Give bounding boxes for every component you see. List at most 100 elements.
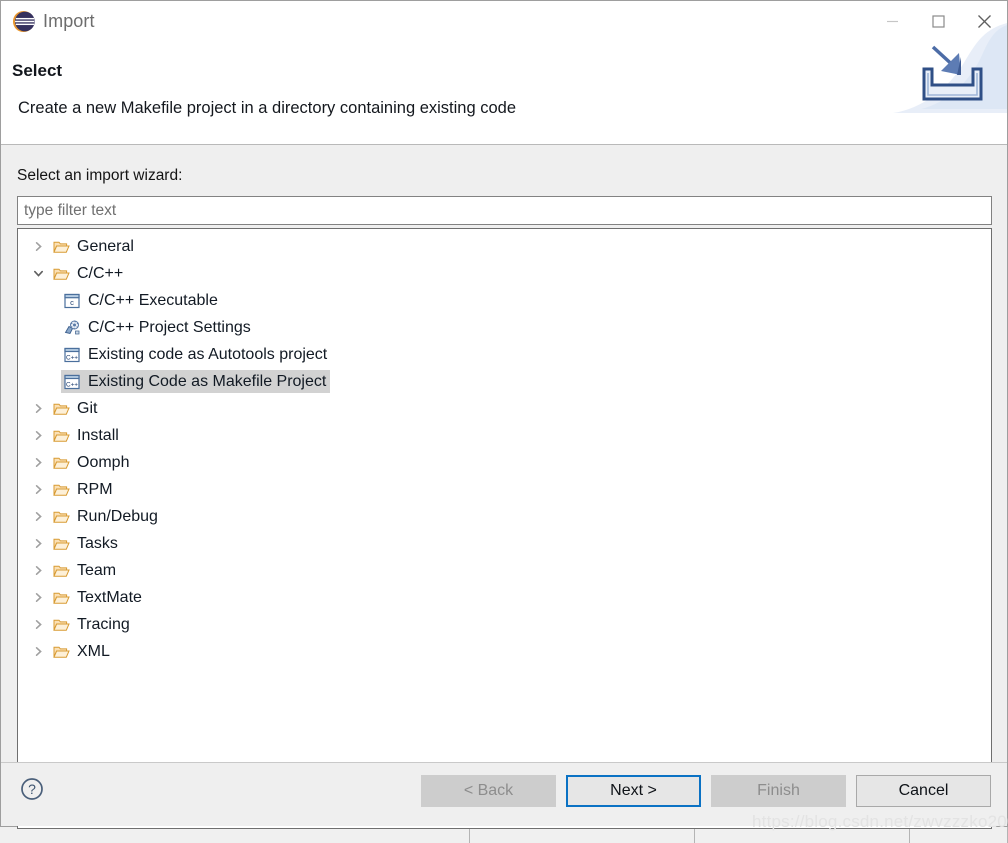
svg-text:c: c	[70, 298, 74, 307]
tree-item-c-c[interactable]: C/C++	[18, 260, 991, 287]
chevron-right-icon	[35, 458, 42, 467]
tree-item-label: C/C++ Executable	[88, 291, 218, 309]
cancel-button[interactable]: Cancel	[856, 775, 991, 807]
chevron-right-icon	[35, 539, 42, 548]
tree-twisty[interactable]	[26, 646, 50, 657]
tree-item-textmate[interactable]: TextMate	[18, 584, 991, 611]
tree-item-xml[interactable]: XML	[18, 638, 991, 665]
tree-twisty[interactable]	[26, 484, 50, 495]
background-cell	[910, 827, 1008, 843]
dialog-body: Select an import wizard: General C/C++ c C/…	[1, 145, 1007, 829]
tree-item-content[interactable]: C/C++	[50, 262, 127, 285]
tree-item-existing-code-as-makefile-project[interactable]: C++ Existing Code as Makefile Project	[18, 368, 991, 395]
folder-icon	[52, 481, 70, 498]
tree-item-oomph[interactable]: Oomph	[18, 449, 991, 476]
tree-item-label: Tasks	[77, 534, 118, 552]
tree-item-label: General	[77, 237, 134, 255]
tree-item-content[interactable]: C/C++ Project Settings	[61, 316, 255, 339]
next-button[interactable]: Next >	[566, 775, 701, 807]
tree-item-label: C/C++	[77, 264, 124, 282]
tree-item-label: C/C++ Project Settings	[88, 318, 251, 336]
tree-item-label: Existing Code as Makefile Project	[88, 372, 327, 390]
cpp-file-icon: C++	[63, 373, 81, 390]
window-title: Import	[43, 10, 95, 31]
tree-item-content[interactable]: XML	[50, 640, 114, 663]
folder-icon	[52, 616, 70, 633]
tree-item-team[interactable]: Team	[18, 557, 991, 584]
filter-input[interactable]	[17, 196, 992, 225]
tree-item-run-debug[interactable]: Run/Debug	[18, 503, 991, 530]
page-title: Select	[12, 61, 63, 80]
screen-root: Import Select Create a new Makefile proj…	[0, 0, 1008, 843]
help-question-icon[interactable]: ?	[20, 777, 44, 801]
tree-item-git[interactable]: Git	[18, 395, 991, 422]
tree-item-content[interactable]: Team	[50, 559, 120, 582]
tree-item-label: Tracing	[77, 615, 130, 633]
chevron-right-icon	[35, 620, 42, 629]
folder-icon	[52, 238, 70, 255]
tree-item-content[interactable]: Tracing	[50, 613, 134, 636]
project-settings-icon	[63, 319, 81, 336]
chevron-right-icon	[35, 593, 42, 602]
tree-item-install[interactable]: Install	[18, 422, 991, 449]
background-strip-cells	[0, 827, 1008, 843]
tree-item-c-c-project-settings[interactable]: C/C++ Project Settings	[18, 314, 991, 341]
tree-item-rpm[interactable]: RPM	[18, 476, 991, 503]
tree-twisty[interactable]	[26, 619, 50, 630]
tree-item-content[interactable]: C++ Existing code as Autotools project	[61, 343, 331, 366]
finish-button: Finish	[711, 775, 846, 807]
tree-twisty[interactable]	[26, 592, 50, 603]
svg-text:C++: C++	[65, 381, 77, 388]
svg-text:?: ?	[28, 781, 36, 797]
chevron-right-icon	[35, 647, 42, 656]
background-cell	[695, 827, 910, 843]
back-button: < Back	[421, 775, 556, 807]
tree-item-content[interactable]: Oomph	[50, 451, 133, 474]
folder-icon	[52, 427, 70, 444]
folder-icon	[52, 643, 70, 660]
tree-item-content[interactable]: Tasks	[50, 532, 122, 555]
tree-item-content[interactable]: RPM	[50, 478, 117, 501]
folder-icon	[52, 265, 70, 282]
c-executable-icon: c	[63, 292, 81, 309]
tree-twisty[interactable]	[26, 403, 50, 414]
chevron-right-icon	[35, 404, 42, 413]
tree-item-content[interactable]: General	[50, 235, 138, 258]
eclipse-logo-icon	[12, 10, 35, 32]
tree-item-label: RPM	[77, 480, 113, 498]
tree-item-general[interactable]: General	[18, 233, 991, 260]
dialog-banner: Import Select Create a new Makefile proj…	[1, 1, 1007, 145]
tree-twisty[interactable]	[26, 430, 50, 441]
tree-item-content[interactable]: Git	[50, 397, 101, 420]
tree-item-content[interactable]: Run/Debug	[50, 505, 162, 528]
dialog-footer: ? < Back Next > Finish Cancel	[1, 762, 1007, 826]
tree-twisty[interactable]	[26, 511, 50, 522]
tree-twisty[interactable]	[26, 268, 50, 279]
import-wizard-tree[interactable]: General C/C++ c C/C++ Executable C/C++ Proje…	[17, 228, 992, 829]
tree-item-label: Team	[77, 561, 117, 579]
tree-item-existing-code-as-autotools-project[interactable]: C++ Existing code as Autotools project	[18, 341, 991, 368]
tree-twisty[interactable]	[26, 457, 50, 468]
tree-item-content[interactable]: c C/C++ Executable	[61, 289, 222, 312]
chevron-down-icon	[33, 270, 43, 277]
chevron-right-icon	[35, 242, 42, 251]
tree-item-label: Run/Debug	[77, 507, 158, 525]
tree-item-label: Oomph	[77, 453, 130, 471]
tree-twisty[interactable]	[26, 241, 50, 252]
tree-item-c-c-executable[interactable]: c C/C++ Executable	[18, 287, 991, 314]
tree-twisty[interactable]	[26, 538, 50, 549]
folder-icon	[52, 589, 70, 606]
chevron-right-icon	[35, 431, 42, 440]
tree-item-tasks[interactable]: Tasks	[18, 530, 991, 557]
tree-item-content[interactable]: Install	[50, 424, 123, 447]
folder-icon	[52, 508, 70, 525]
import-banner-art	[887, 23, 1007, 144]
tree-item-content[interactable]: TextMate	[50, 586, 146, 609]
chevron-right-icon	[35, 485, 42, 494]
tree-twisty[interactable]	[26, 565, 50, 576]
tree-item-label: XML	[77, 642, 110, 660]
tree-item-selected[interactable]: C++ Existing Code as Makefile Project	[61, 370, 331, 393]
import-tray-arrow-icon	[893, 23, 1007, 113]
dialog-button-row: < Back Next > Finish Cancel	[421, 775, 991, 807]
tree-item-tracing[interactable]: Tracing	[18, 611, 991, 638]
